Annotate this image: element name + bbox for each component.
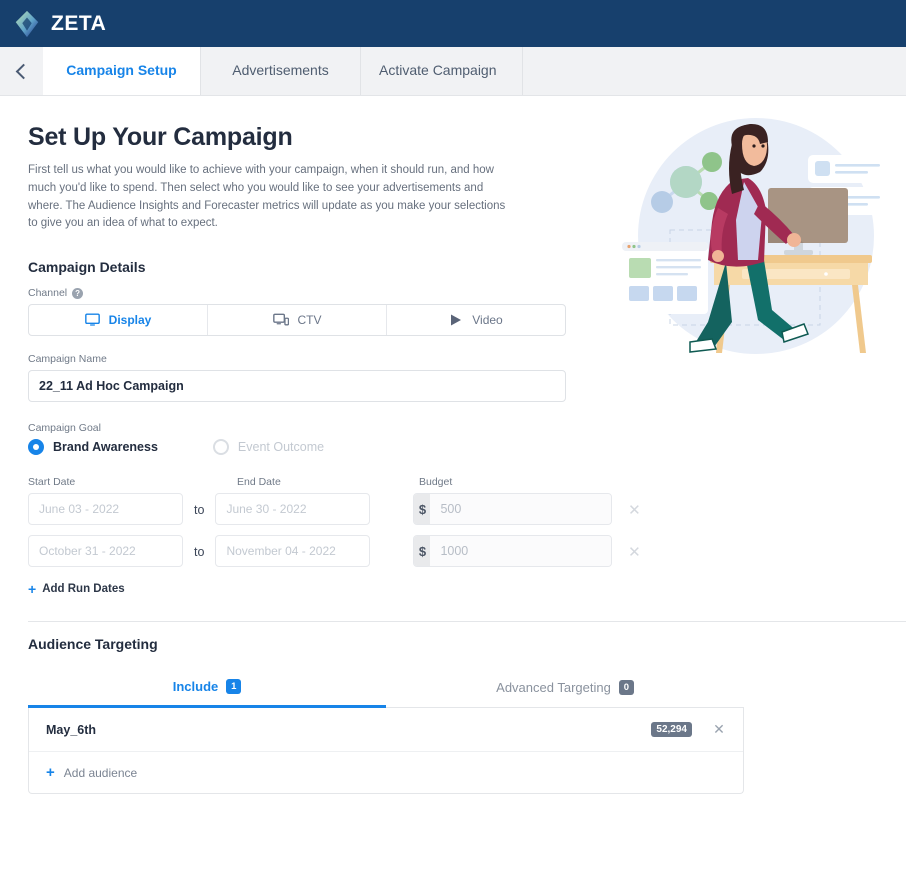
add-audience-label: Add audience — [63, 765, 138, 780]
campaign-goal-radio-group: Brand Awareness Event Outcome — [28, 439, 878, 456]
radio-event-outcome: Event Outcome — [212, 439, 325, 456]
channel-option-video[interactable]: Video — [387, 305, 565, 335]
list-item[interactable]: May_6th 52,294 ✕ — [29, 708, 743, 753]
audience-count-badge: 52,294 — [651, 722, 692, 738]
audience-list-card: May_6th 52,294 ✕ + Add audience — [28, 708, 744, 795]
tab-advanced-targeting[interactable]: Advanced Targeting 0 — [386, 670, 744, 707]
currency-symbol-1: $ — [414, 494, 431, 525]
tab-campaign-setup-label: Campaign Setup — [66, 62, 177, 79]
channel-segmented-control: Display CTV Video — [28, 304, 566, 337]
back-button[interactable] — [0, 47, 43, 95]
add-run-dates-button[interactable]: + Add Run Dates — [28, 581, 125, 597]
end-date-field-1[interactable] — [215, 493, 371, 526]
run-date-row: to $ ✕ — [28, 535, 878, 568]
audience-targeting-heading: Audience Targeting — [28, 636, 158, 653]
tv-device-icon — [272, 313, 289, 326]
tab-campaign-setup[interactable]: Campaign Setup — [43, 47, 201, 95]
campaign-name-input[interactable] — [28, 370, 566, 403]
currency-symbol-2: $ — [414, 536, 431, 567]
help-circle-icon[interactable]: ? — [72, 287, 84, 299]
add-run-dates-label: Add Run Dates — [42, 583, 125, 596]
tab-advertisements[interactable]: Advertisements — [201, 47, 361, 95]
radio-unselected-icon — [212, 439, 229, 456]
plus-icon: + — [46, 764, 55, 782]
audience-name: May_6th — [46, 722, 97, 737]
tab-strip: Campaign Setup Advertisements Activate C… — [0, 47, 906, 96]
budget-input-1[interactable] — [430, 494, 612, 525]
tab-include-count: 1 — [226, 679, 242, 695]
plus-icon: + — [28, 581, 37, 598]
radio-brand-awareness-label: Brand Awareness — [53, 440, 158, 455]
channel-label: Channel — [28, 287, 68, 300]
budget-input-2[interactable] — [430, 536, 612, 567]
budget-field-1[interactable]: $ — [413, 493, 613, 526]
date-separator-2: to — [194, 545, 205, 560]
channel-option-display[interactable]: Display — [29, 305, 208, 336]
channel-option-ctv[interactable]: CTV — [208, 305, 387, 336]
audience-tab-bar: Include 1 Advanced Targeting 0 — [28, 670, 744, 709]
close-x-icon[interactable]: ✕ — [712, 721, 726, 738]
top-brand-bar: ZETA — [0, 0, 906, 47]
run-date-row: to $ ✕ — [28, 493, 878, 526]
budget-field-2[interactable]: $ — [413, 535, 613, 568]
channel-option-video-label: Video — [472, 313, 503, 328]
monitor-icon — [84, 313, 100, 326]
start-date-input-2[interactable] — [29, 536, 182, 567]
radio-event-outcome-label: Event Outcome — [237, 440, 325, 455]
end-date-field-2[interactable] — [215, 535, 371, 568]
tab-include-label: Include — [172, 679, 219, 695]
campaign-goal-label: Campaign Goal — [28, 422, 101, 435]
tab-advanced-targeting-count: 0 — [618, 680, 634, 696]
start-date-label: Start Date — [28, 476, 76, 489]
start-date-field-2[interactable] — [28, 535, 183, 568]
tab-activate-campaign-label: Activate Campaign — [379, 62, 497, 79]
tab-include[interactable]: Include 1 — [28, 670, 386, 709]
play-triangle-icon — [451, 314, 462, 326]
tab-advertisements-label: Advertisements — [232, 62, 329, 79]
section-divider — [28, 621, 906, 623]
remove-run-date-1[interactable]: ✕ — [621, 503, 647, 518]
page-subtitle: First tell us what you would like to ach… — [28, 164, 506, 230]
radio-selected-icon — [28, 439, 44, 456]
add-audience-button[interactable]: + Add audience — [29, 752, 743, 793]
tab-advanced-targeting-label: Advanced Targeting — [496, 680, 611, 696]
channel-option-display-label: Display — [108, 313, 152, 328]
tab-activate-campaign[interactable]: Activate Campaign — [361, 47, 523, 95]
radio-brand-awareness[interactable]: Brand Awareness — [28, 439, 158, 456]
end-date-label: End Date — [237, 476, 281, 489]
end-date-input-2[interactable] — [216, 536, 370, 567]
remove-run-date-2[interactable]: ✕ — [621, 545, 647, 560]
zeta-diamond-logo[interactable] — [12, 9, 42, 39]
channel-option-ctv-label: CTV — [297, 313, 322, 328]
woman-walking-by-desk-illustration — [622, 118, 888, 354]
end-date-input-1[interactable] — [216, 494, 370, 525]
start-date-field-1[interactable] — [28, 493, 183, 526]
start-date-input-1[interactable] — [29, 494, 182, 525]
budget-label: Budget — [419, 476, 453, 489]
brand-name: ZETA — [51, 11, 107, 35]
date-separator-1: to — [194, 503, 205, 518]
chevron-left-icon — [15, 63, 32, 79]
